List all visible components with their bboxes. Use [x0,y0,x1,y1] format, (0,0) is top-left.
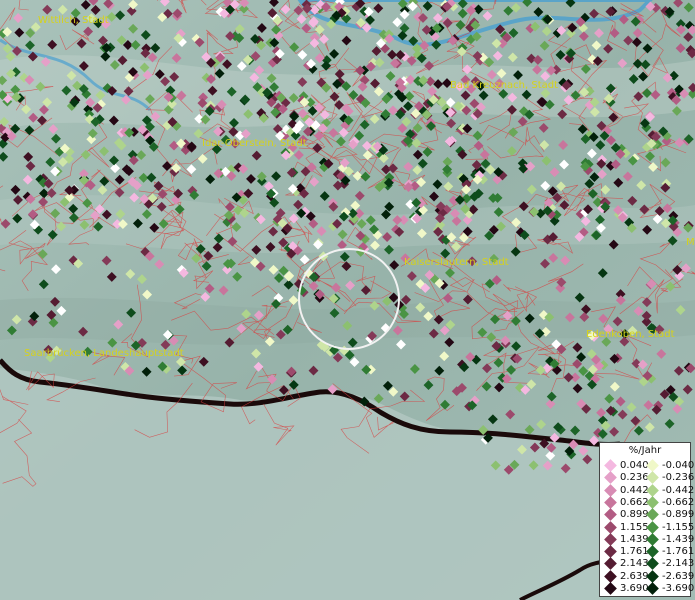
legend-value: -2.143 [662,558,695,570]
place-label-saarbruecken: Saarbrücken, Landeshauptstadt [24,348,184,359]
legend-value: 0.442 [620,484,649,496]
legend-value: 1.761 [620,546,649,558]
legend-value: 2.143 [620,558,649,570]
legend-value: 1.155 [620,521,649,533]
legend-value: 0.236 [620,472,649,484]
legend-swatch [604,582,617,595]
legend-title: %/Jahr [628,445,662,456]
place-label-edenkoben: Edenkoben, Stadt [586,329,675,340]
legend-swatch [604,496,617,509]
legend-value: -1.439 [662,533,695,545]
legend-value: 1.439 [620,533,649,545]
place-label-edge: M [686,237,695,248]
legend-value: -0.236 [662,472,695,484]
legend-swatch [604,557,617,571]
legend-value: -2.639 [662,570,695,582]
place-label-idar-oberstein: Idar-Oberstein, Stadt [202,138,307,149]
legend-swatch [604,471,617,485]
legend: %/Jahr 0.040 0.236 0.442 0.662 0.899 1.155 1.4… [599,442,695,597]
map-canvas[interactable] [0,0,695,600]
legend-value: -1.155 [662,521,695,533]
legend-swatch [604,483,617,497]
legend-value: 3.690 [620,583,649,594]
legend-value: -0.442 [662,484,695,496]
legend-value: -0.662 [662,496,695,508]
legend-swatch [604,569,617,583]
legend-value: 0.899 [620,509,649,521]
legend-value: -1.761 [662,546,695,558]
legend-value: 2.639 [620,570,649,582]
legend-value: -0.899 [662,509,695,521]
legend-swatch [604,508,617,522]
legend-swatch [604,459,617,472]
place-label-bad-kreuznach: Bad Kreuznach, Stadt [450,80,559,91]
legend-value: 0.662 [620,496,649,508]
legend-swatch [604,545,617,558]
legend-value: -0.040 [662,460,695,471]
legend-swatch [604,520,617,534]
legend-value: 0.040 [620,460,649,471]
legend-swatch [604,532,617,546]
legend-value: -3.690 [662,583,695,594]
place-label-wittlich: Wittlich, Stadt [38,15,109,26]
place-label-kaiserslautern: Kaiserslautern, Stadt [404,257,509,268]
